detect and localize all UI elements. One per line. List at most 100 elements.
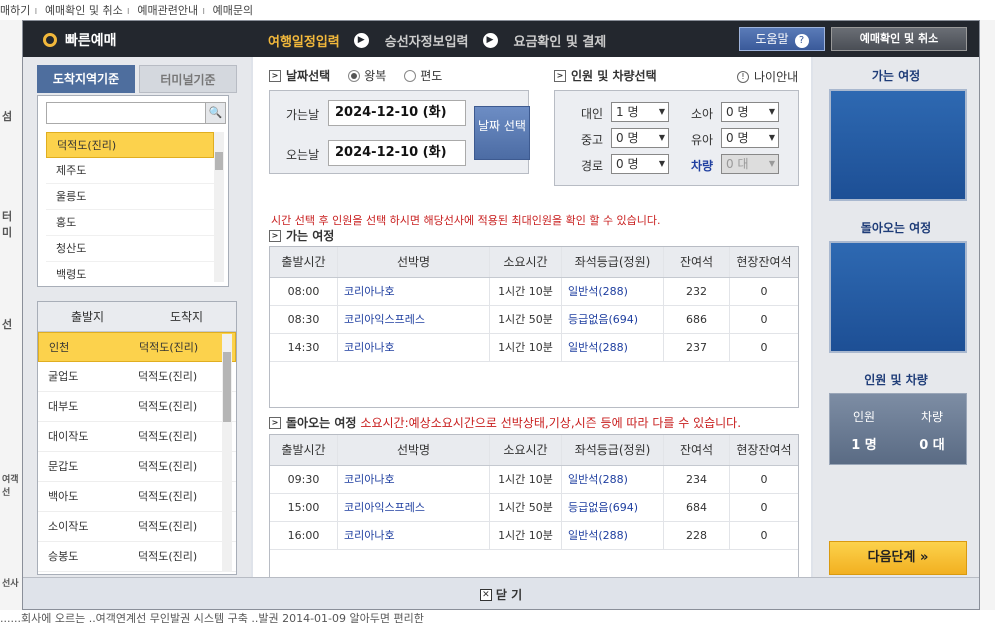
- help-button[interactable]: 도움말?: [739, 27, 825, 51]
- capacity-warning: 시간 선택 후 인원을 선택 하시면 해당선사에 적용된 최대인원을 확인 할 …: [271, 214, 661, 227]
- infant-select[interactable]: 0 명 ▼: [721, 128, 779, 148]
- right-panel: 가는 여정 돌아오는 여정 인원 및 차량 인원 차량 1 명 0 대 다음단계…: [813, 57, 979, 577]
- outbound-table: 출발시간 선박명 소요시간 좌석등급(정원) 잔여석 현장잔여석 08:00 코리아나호 1시…: [269, 246, 799, 408]
- route-scrollbar[interactable]: [222, 334, 232, 572]
- center-panel: > 날짜선택 왕복 편도 가는날 2024-12-10 (화) 오는날 2024…: [253, 57, 811, 596]
- route-row[interactable]: 대이작도 덕적도(진리): [38, 422, 236, 452]
- elder-select[interactable]: 0 명 ▼: [611, 154, 669, 174]
- people-count: 1 명: [851, 438, 877, 453]
- background-right: [980, 20, 995, 610]
- route-box: 출발지 도착지 인천 덕적도(진리) 굴업도 덕적도(진리) 대부도 덕적도(진리) …: [37, 301, 237, 575]
- search-icon[interactable]: 🔍: [205, 103, 225, 123]
- quick-booking-popup: 빠른예매 여행일정입력 ▶ 승선자정보입력 ▶ 요금확인 및 결제 도움말? 예…: [22, 20, 980, 610]
- pax-summary-card: 인원 차량 1 명 0 대: [829, 393, 967, 465]
- inbound-title: > 돌아오는 여정 소요시간:예상소요시간으로 선박상태,기상,시즌 등에 따라…: [269, 414, 741, 431]
- route-row[interactable]: 문갑도 덕적도(진리): [38, 452, 236, 482]
- route-row[interactable]: 소이작도 덕적도(진리): [38, 512, 236, 542]
- route-row[interactable]: 인천 덕적도(진리): [38, 332, 236, 362]
- go-summary-title: 가는 여정: [871, 69, 921, 83]
- region-item[interactable]: 백령도: [46, 262, 214, 282]
- inbound-table: 출발시간 선박명 소요시간 좌석등급(정원) 잔여석 현장잔여석 09:30 코리아나호 1시…: [269, 434, 799, 596]
- table-row[interactable]: 08:00 코리아나호 1시간 10분 일반석(288) 232 0: [270, 278, 798, 306]
- chevron-right-icon: >: [269, 229, 281, 242]
- date-section-title: > 날짜선택 왕복 편도: [269, 67, 442, 84]
- outbound-title: > 가는 여정: [269, 227, 334, 244]
- vehicle-count: 0 대: [919, 438, 945, 453]
- return-summary-card: [829, 241, 967, 353]
- radio-icon: [348, 69, 361, 82]
- popup-header: 빠른예매 여행일정입력 ▶ 승선자정보입력 ▶ 요금확인 및 결제 도움말? 예…: [23, 21, 979, 57]
- scroll-thumb[interactable]: [215, 152, 223, 170]
- brand: 빠른예매: [43, 30, 117, 50]
- region-search-input[interactable]: 🔍: [46, 102, 226, 124]
- chevron-down-icon: ▼: [768, 133, 775, 142]
- route-row[interactable]: 백아도 덕적도(진리): [38, 482, 236, 512]
- scroll-thumb[interactable]: [223, 352, 231, 422]
- table-row[interactable]: 15:00 코리아익스프레스 1시간 50분 등급없음(694) 684 0: [270, 494, 798, 522]
- age-info-link[interactable]: ! 나이안내: [737, 68, 798, 85]
- radio-round-trip[interactable]: 왕복: [348, 67, 386, 84]
- route-col-to: 도착지: [169, 310, 204, 324]
- step-payment: 요금확인 및 결제: [513, 35, 607, 50]
- route-row[interactable]: 대부도 덕적도(진리): [38, 392, 236, 422]
- route-row[interactable]: 승봉도 덕적도(진리): [38, 542, 236, 572]
- route-col-from: 출발지: [70, 310, 105, 324]
- pax-summary-title: 인원 및 차량: [864, 373, 928, 387]
- senior-select[interactable]: 0 명 ▼: [611, 128, 669, 148]
- next-step-button[interactable]: 다음단계 »: [829, 541, 967, 575]
- help-label: 도움말: [755, 32, 789, 46]
- radio-one-way[interactable]: 편도: [404, 67, 442, 84]
- bg-link-book: 매하기: [0, 4, 31, 17]
- step-indicator: 여행일정입력 ▶ 승선자정보입력 ▶ 요금확인 및 결제: [268, 31, 606, 50]
- circle-icon: [43, 33, 57, 47]
- table-row[interactable]: 09:30 코리아나호 1시간 10분 일반석(288) 234 0: [270, 466, 798, 494]
- double-chevron-right-icon: »: [919, 550, 929, 565]
- step-schedule: 여행일정입력: [268, 35, 340, 50]
- route-row[interactable]: 굴업도 덕적도(진리): [38, 362, 236, 392]
- background-top-nav: 매하기 ı 예매확인 및 취소 ı 예매관련안내 ı 예매문의: [0, 0, 995, 20]
- chevron-down-icon: ▼: [658, 133, 665, 142]
- return-date-field[interactable]: 2024-12-10 (화): [328, 140, 466, 166]
- chevron-down-icon: ▼: [658, 159, 665, 168]
- tab-terminal[interactable]: 터미널기준: [139, 65, 237, 93]
- vehicle-select: 0 대 ▼: [721, 154, 779, 174]
- region-list: 덕적도(진리) 제주도 울릉도 홍도 청산도 백령도: [46, 132, 214, 282]
- region-item[interactable]: 제주도: [46, 158, 214, 184]
- go-date-field[interactable]: 2024-12-10 (화): [328, 100, 466, 126]
- step-passenger: 승선자정보입력: [384, 35, 469, 50]
- chevron-down-icon: ▼: [768, 107, 775, 116]
- close-button[interactable]: ✕ 닫 기: [479, 586, 522, 603]
- child-select[interactable]: 0 명 ▼: [721, 102, 779, 122]
- close-icon: ✕: [479, 588, 492, 601]
- bg-link-confirm: 예매확인 및 취소: [44, 4, 123, 17]
- table-row[interactable]: 14:30 코리아나호 1시간 10분 일반석(288) 237 0: [270, 334, 798, 362]
- booking-confirm-cancel-button[interactable]: 예매확인 및 취소: [831, 27, 967, 51]
- pax-box: 대인 1 명 ▼ 소아 0 명 ▼ 중고 0 명 ▼ 유아 0 명 ▼ 경로 0 명 ▼ …: [554, 90, 799, 186]
- duration-note: 소요시간:예상소요시간으로 선박상태,기상,시즌 등에 따라 다를 수 있습니다…: [360, 416, 742, 430]
- table-row[interactable]: 16:00 코리아나호 1시간 10분 일반석(288) 228 0: [270, 522, 798, 550]
- region-item[interactable]: 청산도: [46, 236, 214, 262]
- background-left: 섬 터미 선 여객선 선사: [0, 20, 22, 610]
- left-panel: 도착지역기준 터미널기준 🔍 덕적도(진리) 제주도 울릉도 홍도 청산도 백령…: [23, 57, 251, 577]
- popup-footer: ✕ 닫 기: [23, 577, 979, 609]
- info-icon: !: [737, 70, 749, 83]
- brand-title: 빠른예매: [65, 33, 117, 49]
- region-item[interactable]: 울릉도: [46, 184, 214, 210]
- tab-arrival-region[interactable]: 도착지역기준: [37, 65, 135, 93]
- question-icon: ?: [794, 34, 809, 48]
- return-date-label: 오는날: [286, 148, 320, 162]
- adult-select[interactable]: 1 명 ▼: [611, 102, 669, 122]
- region-item[interactable]: 홍도: [46, 210, 214, 236]
- chevron-right-icon: >: [554, 69, 566, 82]
- date-select-button[interactable]: 날짜 선택: [474, 106, 530, 160]
- region-item[interactable]: 덕적도(진리): [46, 132, 214, 158]
- chevron-down-icon: ▼: [768, 159, 775, 168]
- pax-section-title: > 인원 및 차량선택: [554, 67, 657, 84]
- table-row[interactable]: 08:30 코리아익스프레스 1시간 50분 등급없음(694) 686 0: [270, 306, 798, 334]
- table-header: 출발시간 선박명 소요시간 좌석등급(정원) 잔여석 현장잔여석: [270, 247, 798, 278]
- bg-link-inquiry: 예매문의: [212, 4, 254, 17]
- region-scrollbar[interactable]: [214, 132, 224, 282]
- region-box: 🔍 덕적도(진리) 제주도 울릉도 홍도 청산도 백령도: [37, 95, 229, 287]
- radio-icon: [404, 69, 417, 82]
- go-summary-card: [829, 89, 967, 201]
